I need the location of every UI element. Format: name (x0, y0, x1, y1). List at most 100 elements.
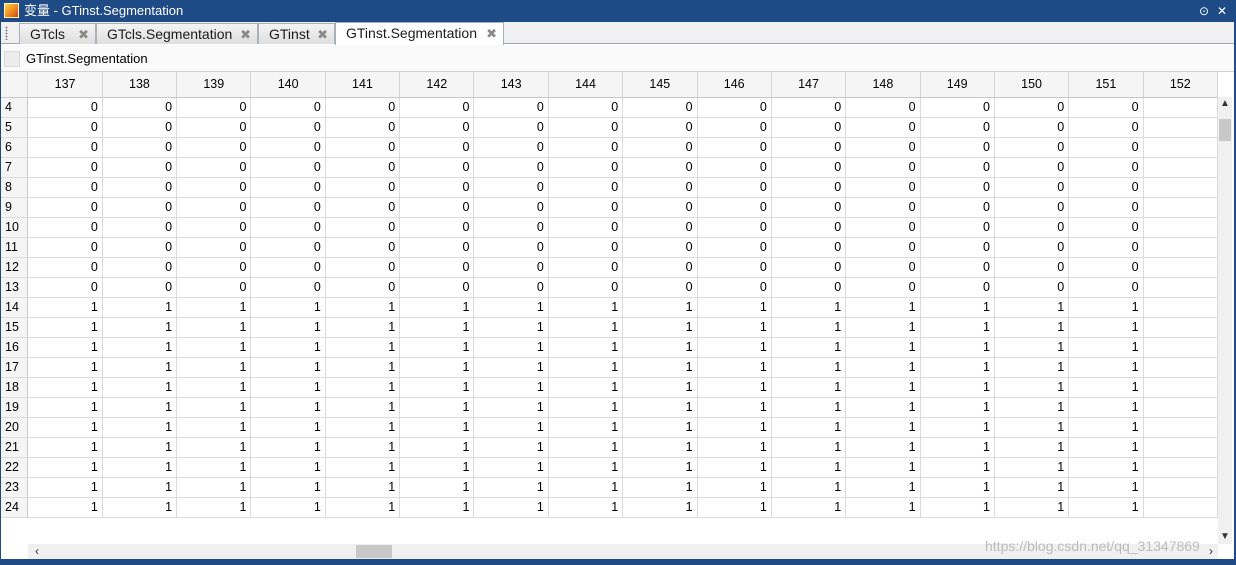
close-tab-icon[interactable]: ✖ (486, 24, 497, 43)
table-cell[interactable]: 1 (102, 417, 178, 438)
table-cell[interactable]: 1 (1068, 297, 1144, 318)
table-cell[interactable]: 0 (920, 157, 995, 178)
row-header[interactable]: 16 (0, 337, 29, 358)
table-cell[interactable]: 0 (1068, 197, 1144, 218)
table-cell[interactable]: 0 (1068, 217, 1144, 238)
table-cell[interactable]: 0 (176, 257, 252, 278)
table-cell[interactable]: 1 (325, 317, 401, 338)
row-header[interactable]: 4 (0, 97, 29, 118)
table-cell[interactable] (1143, 357, 1218, 378)
tab-gtcls-segmentation[interactable]: GTcls.Segmentation ✖ (96, 23, 258, 44)
table-cell[interactable]: 1 (27, 397, 103, 418)
table-cell[interactable]: 0 (250, 137, 326, 158)
table-cell[interactable]: 0 (27, 257, 103, 278)
table-cell[interactable]: 1 (1068, 397, 1144, 418)
table-cell[interactable]: 0 (920, 117, 995, 138)
column-header[interactable]: 147 (771, 72, 847, 98)
table-cell[interactable]: 1 (548, 457, 624, 478)
table-cell[interactable]: 1 (176, 477, 252, 498)
table-cell[interactable]: 1 (771, 397, 847, 418)
table-cell[interactable]: 0 (250, 217, 326, 238)
table-cell[interactable]: 1 (622, 477, 698, 498)
table-cell[interactable]: 0 (399, 257, 475, 278)
table-cell[interactable]: 1 (920, 357, 995, 378)
table-cell[interactable]: 1 (102, 477, 178, 498)
table-cell[interactable]: 1 (473, 497, 549, 518)
table-cell[interactable]: 1 (176, 397, 252, 418)
table-cell[interactable]: 0 (697, 177, 772, 198)
table-cell[interactable]: 0 (102, 177, 178, 198)
table-cell[interactable]: 0 (994, 157, 1070, 178)
table-cell[interactable]: 1 (1068, 437, 1144, 458)
table-cell[interactable]: 0 (27, 97, 103, 118)
table-cell[interactable]: 0 (994, 237, 1070, 258)
table-cell[interactable]: 0 (697, 257, 772, 278)
table-cell[interactable]: 0 (845, 177, 921, 198)
table-cell[interactable]: 1 (325, 417, 401, 438)
table-cell[interactable]: 1 (548, 337, 624, 358)
table-cell[interactable]: 1 (399, 477, 475, 498)
table-cell[interactable]: 0 (920, 237, 995, 258)
table-cell[interactable]: 1 (622, 457, 698, 478)
table-cell[interactable]: 0 (399, 97, 475, 118)
vertical-scroll-thumb[interactable] (1219, 119, 1231, 141)
table-cell[interactable]: 0 (548, 157, 624, 178)
table-cell[interactable] (1143, 497, 1218, 518)
table-cell[interactable]: 0 (771, 117, 847, 138)
table-cell[interactable]: 0 (473, 237, 549, 258)
table-cell[interactable]: 0 (399, 117, 475, 138)
table-cell[interactable]: 0 (771, 217, 847, 238)
table-cell[interactable]: 0 (622, 197, 698, 218)
table-cell[interactable]: 0 (176, 157, 252, 178)
table-cell[interactable]: 0 (325, 117, 401, 138)
table-cell[interactable]: 1 (399, 457, 475, 478)
row-header[interactable]: 24 (0, 497, 29, 518)
table-cell[interactable]: 1 (548, 357, 624, 378)
table-cell[interactable]: 1 (176, 437, 252, 458)
table-cell[interactable]: 0 (102, 157, 178, 178)
table-cell[interactable]: 1 (325, 297, 401, 318)
table-cell[interactable]: 0 (176, 137, 252, 158)
table-cell[interactable]: 0 (920, 177, 995, 198)
table-cell[interactable]: 0 (845, 157, 921, 178)
table-cell[interactable]: 0 (697, 117, 772, 138)
table-cell[interactable]: 1 (27, 377, 103, 398)
row-header[interactable]: 23 (0, 477, 29, 498)
table-cell[interactable]: 0 (176, 177, 252, 198)
tab-gtinst-segmentation[interactable]: GTinst.Segmentation ✖ (335, 22, 504, 45)
table-cell[interactable]: 1 (473, 377, 549, 398)
table-cell[interactable]: 1 (102, 437, 178, 458)
table-cell[interactable]: 0 (920, 257, 995, 278)
table-cell[interactable]: 1 (27, 357, 103, 378)
table-cell[interactable]: 1 (1068, 497, 1144, 518)
table-cell[interactable]: 1 (920, 437, 995, 458)
table-cell[interactable]: 1 (399, 397, 475, 418)
table-cell[interactable]: 0 (622, 237, 698, 258)
table-cell[interactable]: 1 (622, 417, 698, 438)
table-cell[interactable]: 0 (102, 117, 178, 138)
table-cell[interactable]: 1 (250, 317, 326, 338)
table-cell[interactable]: 1 (994, 357, 1070, 378)
table-cell[interactable]: 1 (250, 297, 326, 318)
table-cell[interactable]: 1 (771, 457, 847, 478)
table-cell[interactable]: 0 (771, 97, 847, 118)
table-cell[interactable]: 1 (845, 397, 921, 418)
table-cell[interactable]: 0 (102, 277, 178, 298)
table-cell[interactable]: 0 (27, 217, 103, 238)
table-cell[interactable]: 0 (845, 197, 921, 218)
table-cell[interactable]: 0 (325, 137, 401, 158)
row-header[interactable]: 19 (0, 397, 29, 418)
table-cell[interactable]: 0 (102, 197, 178, 218)
table-cell[interactable]: 1 (697, 497, 772, 518)
table-cell[interactable]: 0 (325, 257, 401, 278)
table-cell[interactable]: 0 (845, 117, 921, 138)
table-cell[interactable]: 0 (176, 117, 252, 138)
table-cell[interactable]: 1 (845, 477, 921, 498)
column-header[interactable]: 144 (548, 72, 624, 98)
table-cell[interactable]: 1 (1068, 477, 1144, 498)
table-cell[interactable]: 1 (994, 397, 1070, 418)
table-cell[interactable]: 1 (1068, 417, 1144, 438)
table-cell[interactable]: 0 (399, 137, 475, 158)
table-cell[interactable]: 1 (548, 297, 624, 318)
table-cell[interactable]: 1 (771, 377, 847, 398)
